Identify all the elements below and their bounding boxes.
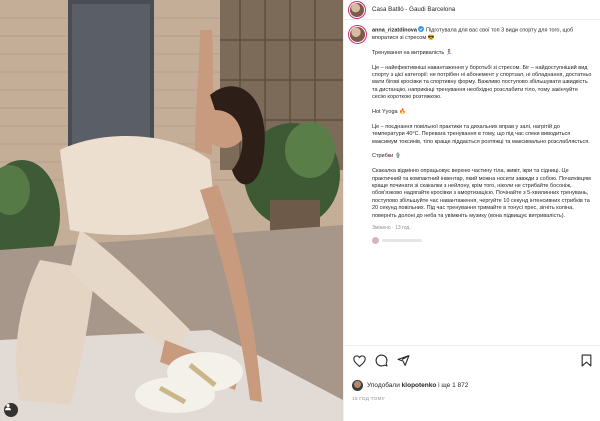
caption-section1-title: Тренування на витривалість 🏃‍♀️	[372, 49, 453, 56]
caption-edited-time: Змінено · 13 год.	[372, 225, 411, 232]
location-link[interactable]: Casa Batlló - Gaudi Barcelona	[372, 6, 455, 13]
next-comment-preview	[372, 236, 592, 244]
heart-icon[interactable]	[352, 354, 366, 368]
post-date[interactable]: 15 ГОД ТОМУ	[352, 397, 385, 402]
tagged-users-icon[interactable]	[4, 403, 18, 417]
comment-icon[interactable]	[374, 354, 388, 368]
post-photo-illustration	[0, 0, 343, 421]
liker-avatar	[352, 380, 363, 391]
likes-count[interactable]: і ще 1 872	[438, 382, 468, 389]
caption-section3-title: Стрибки 🪢	[372, 153, 402, 160]
share-icon[interactable]	[396, 354, 410, 368]
caption-section2-title: Hot Yyoga 🔥	[372, 108, 406, 115]
caption-username[interactable]: anna_rizatdinova	[372, 28, 417, 34]
post-actions	[344, 345, 600, 375]
verified-badge-icon	[418, 26, 425, 32]
caption-author-avatar[interactable]	[350, 27, 365, 42]
caption-section1-body: Це – найефективніші навантаження у борот…	[372, 64, 592, 101]
author-avatar[interactable]	[350, 3, 364, 17]
comment-text-placeholder	[382, 238, 422, 242]
post-photo[interactable]	[0, 0, 343, 421]
caption: anna_rizatdinova Підготувала для вас сво…	[344, 20, 600, 353]
caption-section3-body: Скакалка відмінно опрацьовує верхню част…	[372, 168, 591, 219]
likes-prefix: Уподобали	[367, 382, 400, 389]
comment-avatar	[372, 236, 379, 244]
bookmark-icon[interactable]	[579, 354, 593, 368]
caption-text: anna_rizatdinova Підготувала для вас сво…	[372, 26, 592, 220]
post-header: Casa Batlló - Gaudi Barcelona	[344, 0, 600, 20]
likes-user[interactable]: klopotenko	[402, 382, 437, 389]
post-side-panel: Casa Batlló - Gaudi Barcelona anna_rizat…	[343, 0, 600, 421]
likes-summary[interactable]: Уподобали klopotenko і ще 1 872	[352, 380, 468, 391]
caption-section2-body: Це – поєднання повільної практики та дих…	[372, 123, 590, 145]
